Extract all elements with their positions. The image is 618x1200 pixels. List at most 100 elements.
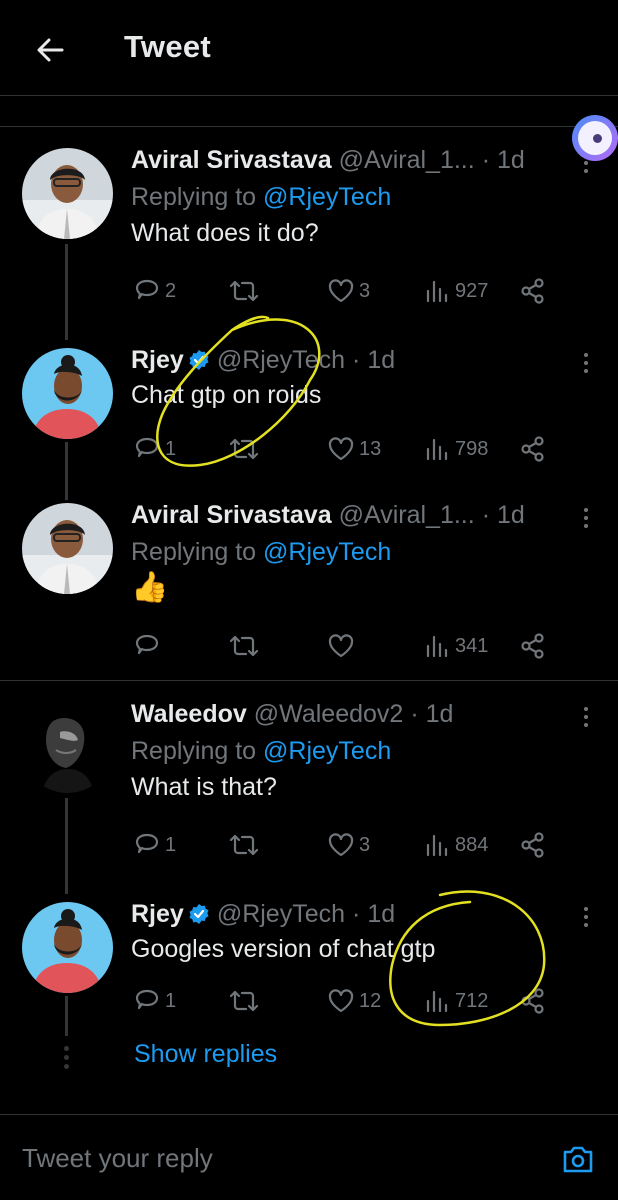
tweet-text: What is that?	[131, 773, 277, 801]
views-button[interactable]: 798	[425, 434, 488, 464]
like-button[interactable]: 13	[327, 434, 381, 464]
like-icon	[328, 989, 354, 1013]
share-button[interactable]	[519, 830, 547, 860]
reply-button[interactable]: 2	[133, 276, 176, 306]
view-count: 927	[455, 279, 489, 302]
verified-badge-icon	[188, 903, 210, 925]
like-count: 13	[359, 437, 382, 460]
replying-to-prefix: Replying to	[131, 737, 264, 765]
mention-link[interactable]: @RjeyTech	[263, 737, 391, 765]
username[interactable]: @Aviral_1...	[339, 499, 475, 531]
share-icon	[521, 988, 544, 1014]
tweet-actions: 2 3 927	[131, 276, 561, 306]
views-button[interactable]: 341	[425, 631, 488, 661]
more-icon[interactable]	[576, 348, 596, 378]
reply-button[interactable]: 1	[133, 830, 176, 860]
tweet-text: Googles version of chat gtp	[131, 935, 436, 963]
timestamp[interactable]: 1d	[497, 144, 525, 176]
divider	[0, 126, 618, 127]
views-button[interactable]: 712	[425, 986, 488, 1016]
retweet-icon	[229, 834, 259, 856]
avatar[interactable]	[22, 148, 113, 239]
avatar[interactable]	[22, 702, 113, 793]
retweet-button[interactable]	[227, 830, 265, 860]
tweet-actions: 1 3 884	[131, 830, 561, 860]
display-name[interactable]: Rjey	[131, 898, 184, 930]
show-replies-link[interactable]: Show replies	[134, 1040, 277, 1069]
share-button[interactable]	[519, 986, 547, 1016]
like-count: 3	[359, 279, 371, 302]
tweet-text: Chat gtp on roids	[131, 381, 322, 409]
reply-button[interactable]	[133, 631, 165, 661]
like-button[interactable]: 3	[327, 830, 370, 860]
reply-button[interactable]: 1	[133, 434, 176, 464]
tweet-text: What does it do?	[131, 219, 319, 247]
retweet-button[interactable]	[227, 276, 265, 306]
camera-icon[interactable]	[560, 1141, 596, 1177]
retweet-icon	[229, 280, 259, 302]
retweet-button[interactable]	[227, 434, 265, 464]
tweet-text: 👍	[131, 571, 169, 604]
back-arrow-icon[interactable]	[30, 30, 70, 70]
like-count: 3	[359, 833, 371, 856]
views-icon	[426, 990, 448, 1013]
thread-line	[65, 996, 68, 1036]
display-name[interactable]: Rjey	[131, 344, 184, 376]
separator: ·	[481, 501, 491, 529]
tweet-actions: 1 12 712	[131, 986, 561, 1016]
retweet-button[interactable]	[227, 631, 265, 661]
display-name[interactable]: Waleedov	[131, 698, 247, 730]
view-count: 884	[455, 833, 489, 856]
tweet-actions: 1 13 798	[131, 434, 561, 464]
like-button[interactable]: 12	[327, 986, 381, 1016]
avatar[interactable]	[22, 348, 113, 439]
avatar[interactable]	[22, 902, 113, 993]
retweet-icon	[229, 438, 259, 460]
retweet-icon	[229, 635, 259, 657]
verified-badge-icon	[188, 349, 210, 371]
reply-icon	[135, 833, 159, 854]
views-button[interactable]: 884	[425, 830, 488, 860]
mention-link[interactable]: @RjeyTech	[263, 538, 391, 566]
username[interactable]: @RjeyTech	[217, 344, 345, 376]
share-button[interactable]	[519, 631, 547, 661]
thread-dot	[64, 1046, 69, 1051]
views-button[interactable]: 927	[425, 276, 488, 306]
floating-assistant-icon[interactable]	[572, 115, 618, 161]
reply-count: 1	[165, 833, 177, 856]
timestamp[interactable]: 1d	[367, 344, 395, 376]
reply-composer: Tweet your reply	[0, 1114, 618, 1200]
timestamp[interactable]: 1d	[497, 499, 525, 531]
mention-link[interactable]: @RjeyTech	[263, 183, 391, 211]
display-name[interactable]: Aviral Srivastava	[131, 144, 332, 176]
timestamp[interactable]: 1d	[367, 898, 395, 930]
view-count: 341	[455, 634, 489, 657]
display-name[interactable]: Aviral Srivastava	[131, 499, 332, 531]
username[interactable]: @RjeyTech	[217, 898, 345, 930]
like-button[interactable]: 3	[327, 276, 370, 306]
avatar[interactable]	[22, 503, 113, 594]
tweet-actions: 341	[131, 631, 561, 661]
more-icon[interactable]	[576, 902, 596, 932]
more-icon[interactable]	[576, 702, 596, 732]
share-icon	[521, 278, 544, 304]
reply-icon	[135, 634, 159, 655]
more-icon[interactable]	[576, 503, 596, 533]
timestamp[interactable]: 1d	[426, 698, 454, 730]
replying-to: Replying to @RjeyTech	[131, 180, 558, 214]
reply-icon	[135, 989, 159, 1010]
reply-input[interactable]: Tweet your reply	[22, 1143, 213, 1174]
username[interactable]: @Waleedov2	[254, 698, 404, 730]
like-icon	[328, 634, 354, 658]
like-button[interactable]	[327, 631, 359, 661]
reply-count: 2	[165, 279, 177, 302]
share-icon	[521, 436, 544, 462]
retweet-button[interactable]	[227, 986, 265, 1016]
share-icon	[521, 832, 544, 858]
like-count: 12	[359, 989, 382, 1012]
replying-to: Replying to @RjeyTech	[131, 535, 558, 569]
username[interactable]: @Aviral_1...	[339, 144, 475, 176]
reply-button[interactable]: 1	[133, 986, 176, 1016]
share-button[interactable]	[519, 276, 547, 306]
share-button[interactable]	[519, 434, 547, 464]
